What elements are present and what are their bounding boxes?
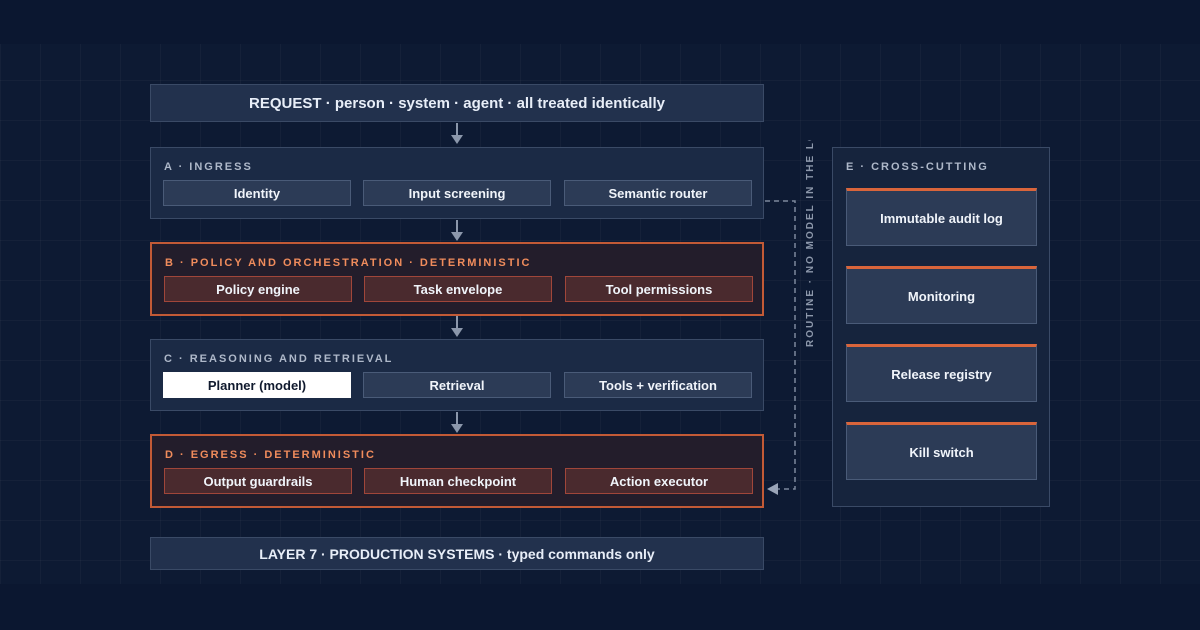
layer-title: C · REASONING AND RETRIEVAL (164, 353, 394, 365)
policy-engine-cell: Policy engine (164, 276, 352, 302)
routine-label-vertical: ROUTINE · NO MODEL IN THE LOOP (805, 140, 816, 347)
identity-cell: Identity (163, 180, 351, 206)
immutable-audit-log-card: Immutable audit log (846, 188, 1037, 246)
tool-permissions-cell: Tool permissions (565, 276, 753, 302)
production-systems-bar: LAYER 7 · PRODUCTION SYSTEMS · typed com… (150, 537, 764, 570)
layer-title: B · POLICY AND ORCHESTRATION · DETERMINI… (165, 257, 532, 269)
panel-title: E · CROSS-CUTTING (846, 161, 989, 173)
monitoring-card: Monitoring (846, 266, 1037, 324)
release-registry-card: Release registry (846, 344, 1037, 402)
layer-title: D · EGRESS · DETERMINISTIC (165, 449, 376, 461)
down-arrow-icon (451, 220, 463, 241)
down-arrow-icon (451, 316, 463, 337)
retrieval-cell: Retrieval (363, 372, 551, 398)
layer-reasoning-retrieval: C · REASONING AND RETRIEVAL Planner (mod… (150, 339, 764, 411)
down-arrow-icon (451, 123, 463, 144)
layer-egress: D · EGRESS · DETERMINISTIC Output guardr… (150, 434, 764, 508)
output-guardrails-cell: Output guardrails (164, 468, 352, 494)
layer-policy-orchestration: B · POLICY AND ORCHESTRATION · DETERMINI… (150, 242, 764, 316)
layer-ingress: A · INGRESS Identity Input screening Sem… (150, 147, 764, 219)
tools-verification-cell: Tools + verification (564, 372, 752, 398)
human-checkpoint-cell: Human checkpoint (364, 468, 552, 494)
cross-cutting-panel: E · CROSS-CUTTING Immutable audit log Mo… (832, 147, 1050, 507)
top-band (0, 0, 1200, 44)
planner-model-cell: Planner (model) (163, 372, 351, 398)
action-executor-cell: Action executor (565, 468, 753, 494)
left-arrow-icon (767, 483, 778, 495)
request-bar: REQUEST · person · system · agent · all … (150, 84, 764, 122)
input-screening-cell: Input screening (363, 180, 551, 206)
bottom-band (0, 584, 1200, 630)
layer-title: A · INGRESS (164, 161, 253, 173)
task-envelope-cell: Task envelope (364, 276, 552, 302)
kill-switch-card: Kill switch (846, 422, 1037, 480)
semantic-router-cell: Semantic router (564, 180, 752, 206)
routine-label: ROUTINE · NO MODEL IN THE LOOP (805, 140, 816, 347)
down-arrow-icon (451, 412, 463, 433)
